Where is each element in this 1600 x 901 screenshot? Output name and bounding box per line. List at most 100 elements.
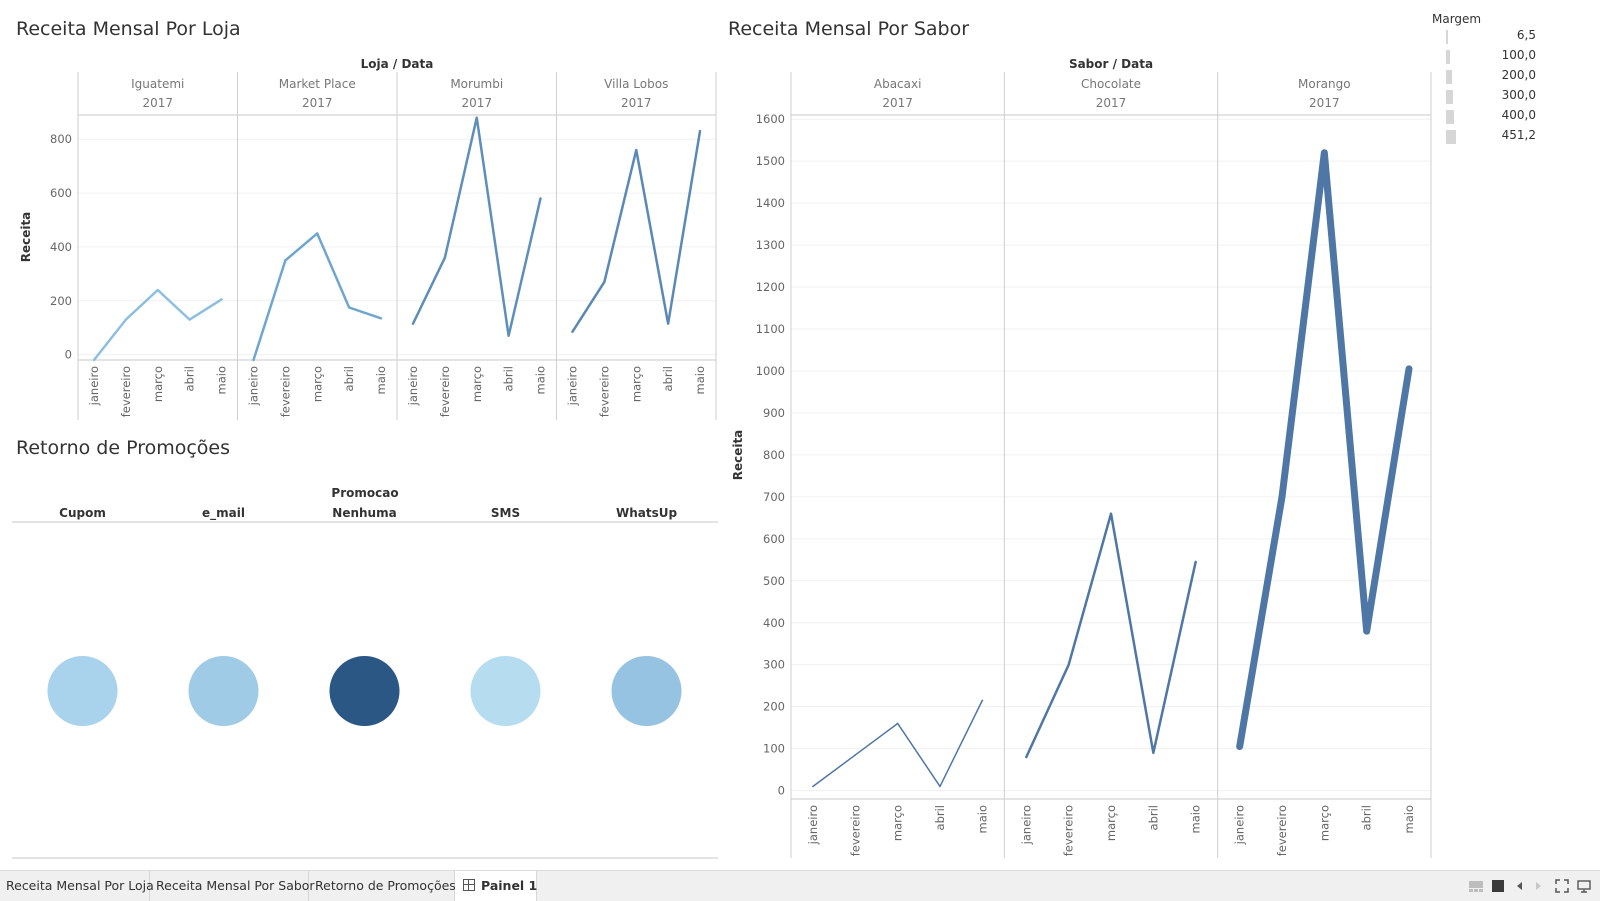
legend-item: 100,0 xyxy=(1432,46,1582,66)
y-tick-label: 300 xyxy=(763,658,785,672)
data-point xyxy=(667,322,669,325)
x-tick-label: fevereiro xyxy=(1275,805,1289,856)
x-tick-label: março xyxy=(470,366,484,402)
tab-label: Painel 1 xyxy=(481,878,538,893)
x-tick-label: fevereiro xyxy=(438,366,452,417)
fullscreen-icon[interactable] xyxy=(1554,878,1570,894)
legend-label: 451,2 xyxy=(1501,128,1536,142)
tab-receita-por-sabor[interactable]: Receita Mensal Por Sabor xyxy=(150,871,315,901)
promo-column-label: WhatsUp xyxy=(616,506,678,520)
x-tick-label: abril xyxy=(502,366,516,391)
x-tick-label: abril xyxy=(1360,805,1374,830)
data-point xyxy=(1110,512,1112,515)
previous-sheet-icon[interactable] xyxy=(1512,878,1528,894)
y-tick-label: 0 xyxy=(65,348,72,362)
data-point xyxy=(156,289,159,291)
x-tick-label: maio xyxy=(1402,805,1416,833)
data-point xyxy=(635,149,638,151)
panel-header-name: Morango xyxy=(1298,77,1351,91)
x-tick-label: janeiro xyxy=(1233,805,1247,845)
data-point xyxy=(1365,630,1368,632)
data-point xyxy=(981,699,984,702)
tab-painel-1[interactable]: Painel 1 xyxy=(455,871,537,901)
x-tick-label: março xyxy=(1317,805,1331,841)
tab-receita-por-loja[interactable]: Receita Mensal Por Loja xyxy=(0,871,154,901)
x-tick-label: maio xyxy=(1189,805,1203,833)
legend-item: 400,0 xyxy=(1432,106,1582,126)
promo-column-label: Nenhuma xyxy=(332,506,396,520)
y-tick-label: 1100 xyxy=(756,322,785,336)
chart-retorno-promocoes[interactable]: Promocao Cupom e_mail Nenhuma SMS WhatsUp xyxy=(0,475,720,861)
legend-label: 100,0 xyxy=(1501,48,1536,62)
x-tick-label: maio xyxy=(975,805,989,833)
panel-header-year: 2017 xyxy=(302,96,333,110)
legend-swatch xyxy=(1446,70,1452,84)
y-tick-label: 1600 xyxy=(756,112,785,126)
x-tick-label: maio xyxy=(215,366,229,394)
column-header: Loja / Data xyxy=(361,57,434,71)
x-tick-label: janeiro xyxy=(566,366,580,406)
data-point xyxy=(603,281,606,283)
promo-circle-whatsup xyxy=(611,656,682,726)
tab-label: Retorno de Promoções xyxy=(315,878,456,893)
title-receita-por-loja: Receita Mensal Por Loja xyxy=(16,18,241,40)
data-point xyxy=(539,197,542,200)
sheet-tab-bar: Receita Mensal Por Loja Receita Mensal P… xyxy=(0,870,1600,901)
data-point xyxy=(1323,151,1326,154)
data-point xyxy=(1408,368,1410,370)
data-point xyxy=(412,322,414,325)
x-tick-label: maio xyxy=(693,366,707,394)
series-line-villa-lobos xyxy=(571,129,702,333)
data-point xyxy=(444,256,446,259)
panel-header-name: Chocolate xyxy=(1081,77,1141,91)
data-point xyxy=(252,359,255,361)
series-line-market-place xyxy=(252,232,383,362)
tab-label: Receita Mensal Por Loja xyxy=(6,878,154,893)
x-tick-label: janeiro xyxy=(406,366,420,406)
legend-label: 6,5 xyxy=(1516,28,1536,42)
panel-header-name: Abacaxi xyxy=(874,77,922,91)
data-point xyxy=(507,334,510,337)
chart-receita-por-loja[interactable]: Loja / Data Receita 0 200 400 600 800 Iguatemi 2… xyxy=(0,50,720,425)
presentation-mode-icon[interactable] xyxy=(1576,878,1592,894)
legend-title: Margem xyxy=(1432,12,1482,26)
y-tick-label: 400 xyxy=(50,240,72,254)
next-sheet-icon[interactable] xyxy=(1530,878,1546,894)
data-point xyxy=(1067,663,1070,666)
x-tick-label: fevereiro xyxy=(597,366,611,417)
data-point xyxy=(284,259,287,262)
x-tick-label: fevereiro xyxy=(848,805,862,856)
promo-column-label: Cupom xyxy=(59,506,106,520)
filmstrip-view-icon[interactable] xyxy=(1468,878,1484,894)
y-tick-label: 500 xyxy=(763,574,785,588)
x-tick-label: março xyxy=(1104,805,1118,841)
panel-header-year: 2017 xyxy=(882,96,913,110)
tab-retorno-promocoes[interactable]: Retorno de Promoções xyxy=(309,871,456,901)
dashboard-grid-icon xyxy=(463,879,475,891)
data-point xyxy=(571,330,574,333)
chart-receita-por-sabor[interactable]: Sabor / Data Receita 0 100 200 300 400 500 600 70… xyxy=(716,50,1436,860)
legend-swatch xyxy=(1446,130,1456,144)
data-point xyxy=(125,318,127,321)
y-tick-label: 800 xyxy=(763,448,785,462)
panel-header-name: Iguatemi xyxy=(131,77,184,91)
y-tick-label: 400 xyxy=(763,616,785,630)
y-tick-label: 900 xyxy=(763,406,785,420)
y-tick-label: 1200 xyxy=(756,280,785,294)
title-retorno-promocoes: Retorno de Promoções xyxy=(16,437,231,459)
legend-swatch xyxy=(1446,90,1453,104)
y-axis-label: Receita xyxy=(19,212,33,263)
data-point xyxy=(1025,756,1028,758)
panel-header-year: 2017 xyxy=(1096,96,1127,110)
series-line-morango xyxy=(1236,149,1413,751)
promo-column-label: e_mail xyxy=(202,506,245,521)
x-tick-label: fevereiro xyxy=(278,366,292,417)
legend-swatch xyxy=(1446,110,1454,124)
tabs-view-icon[interactable] xyxy=(1490,878,1506,894)
series-line-abacaxi xyxy=(812,699,984,788)
panel-header-year: 2017 xyxy=(142,96,173,110)
legend-label: 300,0 xyxy=(1501,88,1536,102)
x-tick-label: março xyxy=(151,366,165,402)
x-tick-label: fevereiro xyxy=(119,366,133,417)
promo-circle-e_mail xyxy=(188,656,259,726)
